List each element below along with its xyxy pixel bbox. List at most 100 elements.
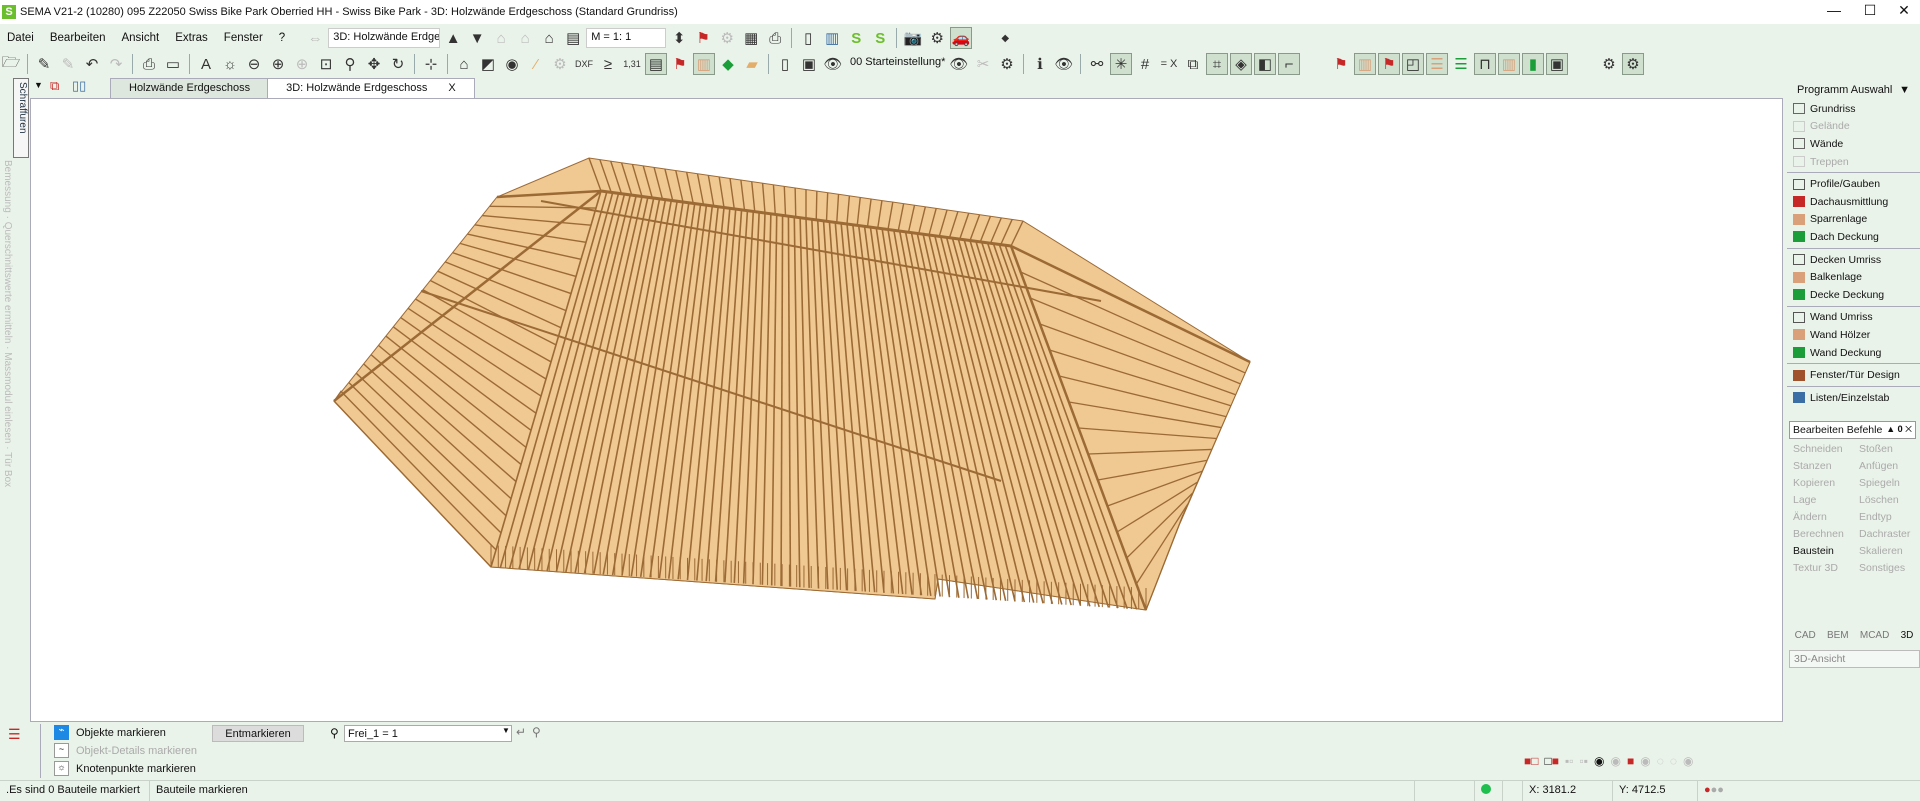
wall-cover-icon[interactable]: ▮ xyxy=(1522,53,1544,75)
settings-gear-icon[interactable]: ⚙ xyxy=(996,53,1018,75)
rafter-view-icon[interactable]: ▥ xyxy=(693,53,715,75)
view-setting-icon[interactable]: 👁 xyxy=(822,53,844,75)
menu-help[interactable]: ? xyxy=(272,32,292,44)
rotate-icon[interactable]: ↻ xyxy=(387,53,409,75)
roof-view-icon[interactable]: ⚑ xyxy=(669,53,691,75)
camera-icon[interactable]: 📷 xyxy=(902,27,924,49)
measure-icon[interactable]: ≥ xyxy=(597,53,619,75)
pan-icon[interactable]: ✥ xyxy=(363,53,385,75)
mode-cad[interactable]: CAD xyxy=(1795,630,1816,641)
isolate2-icon[interactable]: ◌ xyxy=(1670,754,1677,768)
view-field[interactable]: 3D-Ansicht xyxy=(1789,650,1920,668)
program-item[interactable]: Decke Deckung xyxy=(1787,286,1920,304)
filter-dropdown-icon[interactable]: ▼ xyxy=(502,726,510,735)
panel-icon[interactable]: ▯ xyxy=(774,53,796,75)
hide-icon[interactable]: ◉ xyxy=(1640,754,1650,768)
scale-stepper[interactable]: ⬍ xyxy=(668,27,690,49)
unmark-button[interactable]: Entmarkieren xyxy=(212,725,304,742)
sema-forward-icon[interactable]: S xyxy=(869,27,891,49)
roof-outline-icon[interactable]: ⚑ xyxy=(1330,53,1352,75)
command-14[interactable]: Textur 3D xyxy=(1793,562,1859,576)
terrain-view-icon[interactable]: ◈ xyxy=(1230,53,1252,75)
menu-datei[interactable]: Datei xyxy=(0,32,41,44)
undo-icon[interactable]: ↶ xyxy=(81,53,103,75)
dropdown-arrow-icon[interactable]: ▼ xyxy=(34,80,43,90)
select-right-icon[interactable]: □■ xyxy=(1545,754,1560,768)
search-icon[interactable]: ⚲ xyxy=(339,53,361,75)
close-button[interactable]: ✕ xyxy=(1884,2,1920,19)
print-preview-icon[interactable]: ⎙ xyxy=(764,27,786,49)
program-item[interactable]: Profile/Gauben xyxy=(1787,175,1920,193)
dimension-icon[interactable]: 1,31 xyxy=(621,53,643,75)
scale-field[interactable]: M = 1: 1 xyxy=(586,28,667,48)
program-item[interactable]: Wände xyxy=(1787,135,1920,153)
zoom-window-icon[interactable]: ⊡ xyxy=(315,53,337,75)
command-11[interactable]: Dachraster xyxy=(1859,528,1920,542)
wall-outline-icon[interactable]: ⊓ xyxy=(1474,53,1496,75)
snap-icon[interactable]: ✳ xyxy=(1110,53,1132,75)
roof-cover-icon[interactable]: ⚑ xyxy=(1378,53,1400,75)
command-5[interactable]: Spiegeln xyxy=(1859,477,1920,491)
program-item[interactable]: Wand Hölzer xyxy=(1787,326,1920,344)
program-item[interactable]: Wand Deckung xyxy=(1787,344,1920,362)
cube-icon[interactable]: ◆ xyxy=(717,53,739,75)
command-2[interactable]: Stanzen xyxy=(1793,460,1859,474)
enter-icon[interactable]: ↵ xyxy=(516,725,526,739)
show-all-icon[interactable]: ◉ xyxy=(1683,754,1693,768)
command-0[interactable]: Schneiden xyxy=(1793,443,1859,457)
menu-ansicht[interactable]: Ansicht xyxy=(114,32,166,44)
filter-search-icon[interactable]: ⚲ xyxy=(330,726,339,740)
render-settings-icon[interactable]: ⚙ xyxy=(926,27,948,49)
program-item[interactable]: Gelände xyxy=(1787,118,1920,136)
sema-back-icon[interactable]: S xyxy=(845,27,867,49)
objects-mark-icon[interactable]: ⌁ xyxy=(54,725,69,740)
panel-pin-icon[interactable]: ▲ 𝟎 ✕ xyxy=(1886,424,1912,436)
command-6[interactable]: Lage xyxy=(1793,494,1859,508)
text-icon[interactable]: A xyxy=(195,53,217,75)
program-item[interactable]: Grundriss xyxy=(1787,100,1920,118)
section-icon[interactable]: ◩ xyxy=(477,53,499,75)
stair-view-icon[interactable]: ⌐ xyxy=(1278,53,1300,75)
block-icon[interactable]: ⚙ xyxy=(1598,53,1620,75)
program-item[interactable]: Dachausmittlung xyxy=(1787,193,1920,211)
mode-bem[interactable]: BEM xyxy=(1827,630,1849,641)
redo-icon[interactable]: ↷ xyxy=(105,53,127,75)
plot-icon[interactable]: ▭ xyxy=(162,53,184,75)
beam-icon[interactable]: ☰ xyxy=(1426,53,1448,75)
split-view-icon[interactable]: ▯▯ xyxy=(72,78,86,94)
plan-view-icon[interactable]: ⌗ xyxy=(1206,53,1228,75)
pin-icon[interactable]: ◆ xyxy=(994,27,1016,49)
program-selection-header[interactable]: Programm Auswahl ▼ xyxy=(1787,78,1920,100)
wall-view-icon[interactable]: ◧ xyxy=(1254,53,1276,75)
zoom-out-icon[interactable]: ⊖ xyxy=(243,53,265,75)
view-switch-icon[interactable]: ⇔ xyxy=(304,27,326,49)
car-view-icon[interactable]: 🚗 xyxy=(950,27,973,49)
module-icon[interactable]: ⚙ xyxy=(1622,53,1644,75)
program-item[interactable]: Balkenlage xyxy=(1787,268,1920,286)
equals-x-button[interactable]: = X xyxy=(1158,53,1180,75)
mark-objects-option[interactable]: Objekte markieren xyxy=(76,727,166,739)
command-9[interactable]: Endtyp xyxy=(1859,511,1920,525)
settings-icon[interactable]: ⚙ xyxy=(716,27,738,49)
mark-nodes-option[interactable]: Knotenpunkte markieren xyxy=(76,763,196,775)
roof-settings-icon[interactable]: ⚑ xyxy=(692,27,714,49)
command-8[interactable]: Ändern xyxy=(1793,511,1859,525)
menu-fenster[interactable]: Fenster xyxy=(217,32,270,44)
minimize-button[interactable]: — xyxy=(1814,2,1854,18)
wall-timber-icon[interactable]: ▥ xyxy=(1498,53,1520,75)
ceiling-cover-icon[interactable]: ☰ xyxy=(1450,53,1472,75)
3d-viewport[interactable] xyxy=(30,98,1783,722)
binoculars-icon[interactable]: ⚯ xyxy=(1086,53,1108,75)
tab-holzwaende[interactable]: Holzwände Erdgeschoss xyxy=(110,78,270,98)
select-add-icon[interactable]: ▪▫ xyxy=(1565,754,1574,768)
eye-icon[interactable]: ◉ xyxy=(501,53,523,75)
window-list-icon[interactable]: ▦ xyxy=(740,27,762,49)
brush-icon[interactable]: ⁄ xyxy=(525,53,547,75)
zoom-prev-icon[interactable]: ⊕ xyxy=(291,53,313,75)
command-13[interactable]: Skalieren xyxy=(1859,545,1920,559)
view-setting-select[interactable]: 00 Starteinstellung* xyxy=(846,54,946,74)
program-item[interactable]: Listen/Einzelstab xyxy=(1787,389,1920,407)
dxf-icon[interactable]: DXF xyxy=(573,53,595,75)
view-setting-list-icon[interactable]: 👁 xyxy=(948,53,970,75)
view-select[interactable]: 3D: Holzwände Erdgeschoss xyxy=(328,28,441,48)
